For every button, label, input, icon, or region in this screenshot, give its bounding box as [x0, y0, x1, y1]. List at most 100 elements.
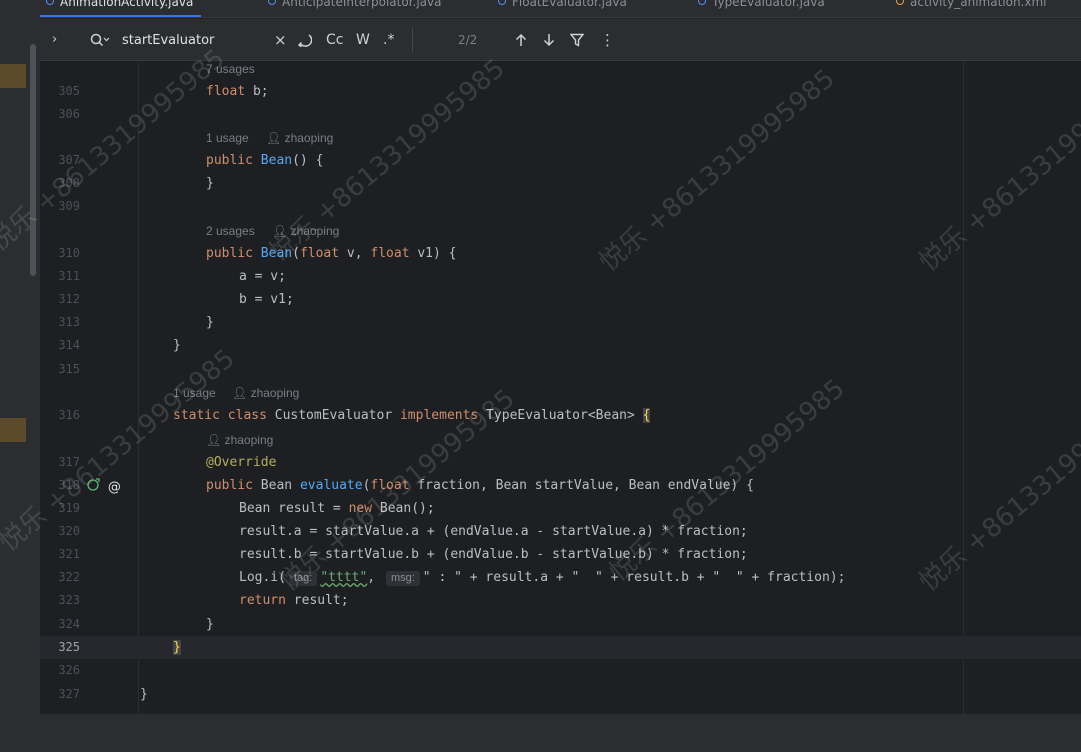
code-token: ( [292, 246, 300, 261]
code-token: Bean(); [372, 501, 435, 516]
author-name: zhaoping [250, 386, 300, 400]
line-number: 317 [58, 455, 80, 469]
code-token: float [370, 246, 410, 261]
code-text: public Bean evaluate(float fraction, Bea… [206, 474, 754, 497]
usages-hint[interactable]: 7 usages [206, 62, 255, 81]
code-line[interactable]: 307 public Bean() { [40, 149, 1081, 172]
tab-float-evaluator[interactable]: FloatEvaluator.java [492, 0, 635, 17]
code-line[interactable]: 324 } [40, 613, 1081, 636]
line-number: 326 [58, 663, 80, 677]
code-token: public [206, 246, 253, 261]
code-token: v1) { [409, 246, 457, 261]
clear-icon[interactable]: × [274, 19, 287, 61]
bookmark-marker [0, 64, 26, 88]
newline-icon[interactable] [296, 19, 313, 61]
code-line[interactable]: 320 result.a = startValue.a + (endValue.… [40, 520, 1081, 543]
code-editor[interactable]: 7 usages 1 usage 👤︎ zhaoping 2 usages 👤︎… [40, 62, 1081, 714]
code-token: Bean [252, 478, 300, 493]
gutter-markers[interactable]: @ [87, 478, 125, 495]
code-token: "tttt" [320, 570, 368, 585]
code-line[interactable]: 312 b = v1; [40, 288, 1081, 311]
code-line[interactable]: 326 [40, 659, 1081, 682]
code-line-current[interactable]: 325 } [40, 636, 1081, 659]
code-line[interactable]: 327 } [40, 683, 1081, 706]
user-icon: 👤︎ [266, 131, 285, 145]
code-line[interactable]: 322 Log.i(tag: "tttt", msg: " : " + result… [40, 566, 1081, 589]
code-line[interactable]: 306 [40, 103, 1081, 126]
author-hint[interactable]: 👤︎ zhaoping [232, 382, 299, 405]
usages-hint[interactable]: 1 usage [206, 127, 249, 150]
code-line[interactable]: 323 return result; [40, 589, 1081, 612]
user-icon: 👤︎ [272, 224, 291, 238]
tab-animation-activity[interactable]: AnimationActivity.java [40, 0, 202, 17]
tab-label: FloatEvaluator.java [512, 0, 627, 9]
implements-method-icon[interactable] [87, 478, 100, 494]
code-token: Log.i( [239, 570, 286, 585]
param-hint-msg: msg: [385, 571, 420, 586]
code-token: b; [245, 84, 269, 99]
code-line[interactable]: 309 [40, 195, 1081, 218]
code-line[interactable]: 319 Bean result = new Bean(); [40, 497, 1081, 520]
code-line[interactable]: 311 a = v; [40, 265, 1081, 288]
usages-hint[interactable]: 1 usage [173, 382, 216, 405]
code-text: Log.i(tag: "tttt", msg: " : " + result.a +… [239, 566, 845, 589]
code-text: } [173, 636, 181, 659]
chevron-right-icon[interactable]: › [52, 19, 57, 61]
code-line[interactable]: 317 @Override [40, 451, 1081, 474]
author-name: zhaoping [284, 131, 334, 145]
author-hint[interactable]: 👤︎ zhaoping [266, 127, 333, 150]
filter-icon[interactable] [569, 19, 585, 61]
more-vertical-icon[interactable]: ⋮ [600, 19, 615, 61]
author-hint[interactable]: 👤︎ zhaoping [206, 429, 273, 452]
status-area [0, 714, 1081, 752]
line-number: 322 [58, 570, 80, 584]
code-line[interactable]: 316 static class CustomEvaluator impleme… [40, 404, 1081, 427]
match-case-toggle[interactable]: Cc [326, 19, 343, 61]
words-toggle[interactable]: W [356, 19, 370, 61]
arrow-down-icon[interactable] [543, 19, 555, 61]
user-icon: 👤︎ [232, 386, 251, 400]
code-token: fraction, Bean startValue, Bean endValue… [409, 478, 754, 493]
code-line[interactable]: 318 @ public Bean evaluate(float fractio… [40, 474, 1081, 497]
line-number: 310 [58, 246, 80, 260]
line-number: 319 [58, 501, 80, 515]
usages-hint[interactable]: 2 usages [206, 220, 255, 243]
code-line[interactable]: 308 } [40, 172, 1081, 195]
side-scrollbar[interactable] [30, 44, 36, 276]
code-token: public [206, 153, 253, 168]
code-token: result; [285, 593, 349, 608]
author-hint[interactable]: 👤︎ zhaoping [272, 220, 339, 243]
tab-anticipate-interpolator[interactable]: AnticipateInterpolator.java [262, 0, 450, 17]
arrow-up-icon[interactable] [515, 19, 527, 61]
editor-tab-bar: AnimationActivity.java AnticipateInterpo… [40, 0, 1081, 18]
line-number: 311 [58, 269, 80, 283]
search-input[interactable] [122, 29, 272, 51]
code-line[interactable]: 315 [40, 358, 1081, 381]
code-token: evaluate [299, 478, 363, 493]
annotation-icon[interactable]: @ [108, 480, 121, 495]
regex-toggle[interactable]: .* [383, 19, 394, 61]
code-line[interactable]: 305 float b; [40, 80, 1081, 103]
tab-label: activity_animation.xml [910, 0, 1047, 9]
code-token: Bean result = [239, 501, 349, 516]
line-number: 325 [58, 640, 80, 654]
search-history-icon[interactable] [90, 19, 110, 61]
code-text: } [140, 687, 148, 702]
code-line[interactable]: 314 } [40, 334, 1081, 357]
tab-activity-animation-xml[interactable]: activity_animation.xml [890, 0, 1055, 17]
code-token: public [206, 478, 253, 493]
java-file-icon [498, 0, 506, 5]
code-text: } [206, 617, 214, 632]
line-number: 314 [58, 338, 80, 352]
code-text: } [206, 315, 214, 330]
java-file-icon [698, 0, 706, 5]
code-line[interactable]: 321 result.b = startValue.b + (endValue.… [40, 543, 1081, 566]
tab-type-evaluator[interactable]: TypeEvaluator.java [692, 0, 833, 17]
code-line[interactable]: 313 } [40, 311, 1081, 334]
line-number: 312 [58, 292, 80, 306]
code-line[interactable]: 310 public Bean(float v, float v1) { [40, 242, 1081, 265]
code-token: return [239, 593, 286, 608]
code-token: TypeEvaluator<Bean> [478, 408, 643, 423]
line-number: 321 [58, 547, 80, 561]
line-number: 309 [58, 199, 80, 213]
